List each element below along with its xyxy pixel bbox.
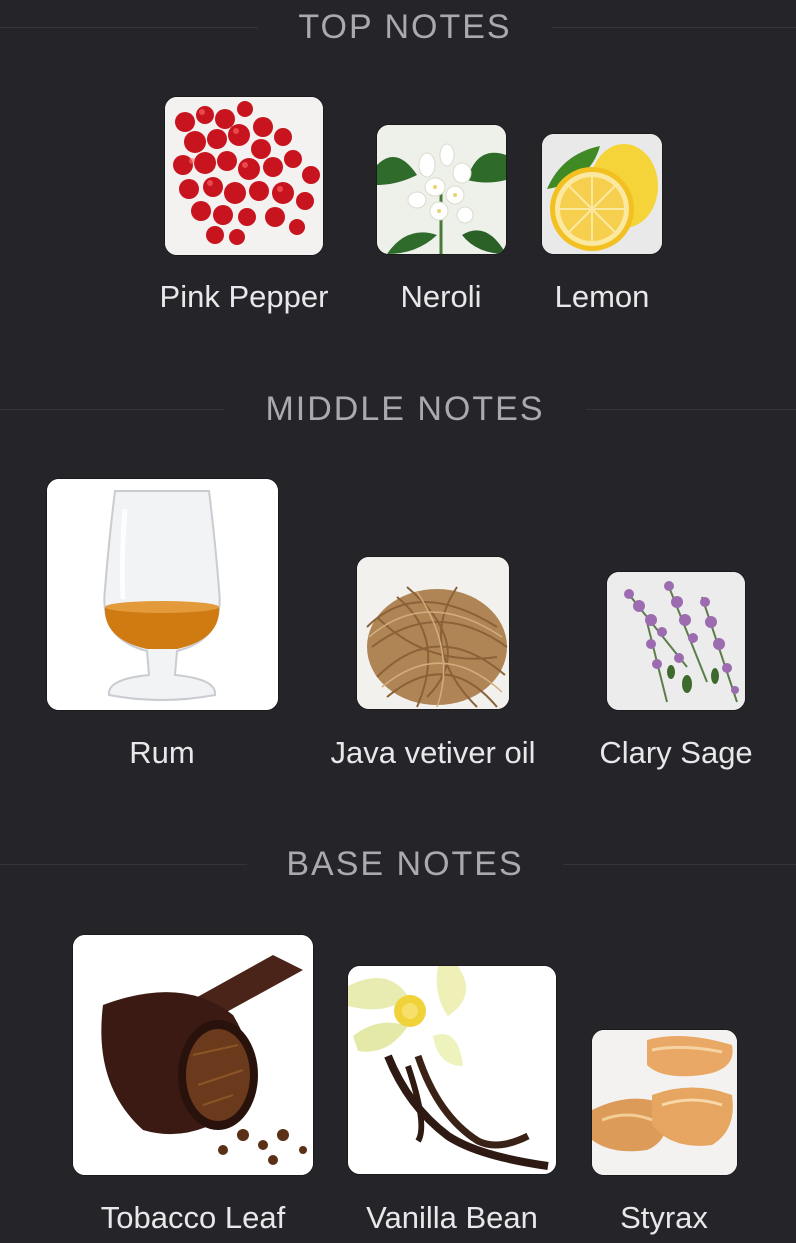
note-label-java-vetiver-oil: Java vetiver oil (330, 735, 536, 770)
note-label-neroli: Neroli (400, 279, 482, 314)
top-notes-header: TOP NOTES (0, 0, 796, 57)
tobacco-pipe-image[interactable] (73, 935, 313, 1175)
vetiver-root-image[interactable] (357, 557, 509, 709)
note-label-pink-pepper: Pink Pepper (159, 279, 329, 314)
note-label-styrax: Styrax (620, 1200, 708, 1235)
vanilla-bean-image[interactable] (348, 966, 556, 1174)
fragrance-notes-page: TOP NOTES Pink Pepper Neroli Lemon MIDDL… (0, 0, 796, 1243)
rum-glass-image[interactable] (47, 479, 278, 710)
middle-notes-title: MIDDLE NOTES (224, 379, 586, 439)
pink-pepper-image[interactable] (165, 97, 323, 255)
clary-sage-image[interactable] (607, 572, 745, 710)
note-label-vanilla-bean: Vanilla Bean (366, 1200, 538, 1235)
middle-notes-header: MIDDLE NOTES (0, 379, 796, 439)
base-notes-title: BASE NOTES (247, 834, 563, 894)
base-notes-header: BASE NOTES (0, 834, 796, 894)
note-label-rum: Rum (129, 735, 195, 770)
styrax-resin-image[interactable] (592, 1030, 737, 1175)
top-notes-title: TOP NOTES (258, 0, 552, 57)
note-label-tobacco-leaf: Tobacco Leaf (100, 1200, 286, 1235)
lemon-image[interactable] (542, 134, 662, 254)
neroli-image[interactable] (377, 125, 506, 254)
note-label-lemon: Lemon (554, 279, 650, 314)
note-label-clary-sage: Clary Sage (599, 735, 753, 770)
